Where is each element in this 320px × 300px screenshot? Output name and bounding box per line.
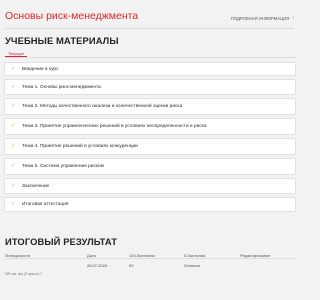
topic-label: Тема 2. Методы качественного анализа и к… (22, 104, 183, 109)
footer-note: КИУ им. ниу (Открыть) /1 (5, 272, 43, 276)
check-icon: ✓ (11, 143, 16, 149)
result-heading: ИТОГОВЫЙ РЕЗУЛЬТАТ (5, 236, 118, 247)
results-table: № ведомости Дата 100-балльная 5-балльная… (5, 251, 295, 271)
detail-info-label: ПОДРОБНАЯ ИНФОРМАЦИЯ (230, 16, 290, 21)
topic-item-conclusion[interactable]: ✓ Заключение (4, 178, 296, 194)
topic-label: Заключение (22, 183, 50, 189)
topic-item-intro[interactable]: ✓ Введение в курс (4, 62, 296, 76)
check-icon: ✓ (11, 201, 16, 207)
table-header: № ведомости Дата 100-балльная 5-балльная… (5, 251, 295, 259)
topic-label: Итоговая аттестация (22, 202, 69, 207)
tab-current[interactable]: Текущие (5, 50, 27, 57)
column-header: 100-балльная (129, 253, 155, 258)
column-header: № ведомости (5, 253, 31, 258)
check-icon: ✓ (11, 182, 16, 189)
column-header: Дата (87, 253, 96, 258)
topic-item-final-attestation[interactable]: ✓ Итоговая аттестация (4, 197, 296, 212)
table-cell: 92 (129, 263, 134, 268)
topic-item-1[interactable]: ✓ Тема 1. Основы риск-менеджмента (4, 79, 296, 95)
topic-item-2[interactable]: ✓ Тема 2. Методы качественного анализа и… (4, 98, 296, 115)
tab-divider (5, 57, 296, 58)
topic-label: Тема 5. Система управления риском (22, 164, 104, 169)
page-title: Основы риск-менеджмента (5, 10, 139, 22)
column-header: Редактирование (240, 253, 271, 258)
topic-item-4[interactable]: ✓ Тема 4. Принятие решений в условиях ко… (4, 138, 296, 155)
table-cell: 26.07.2024 (87, 263, 108, 268)
topic-item-5[interactable]: ✓ Тема 5. Система управления риском (4, 158, 296, 175)
check-icon: ✓ (11, 103, 16, 109)
topic-label: Тема 4. Принятие решений в условиях конк… (22, 144, 138, 149)
title-divider (5, 28, 294, 29)
check-icon: ✓ (11, 163, 16, 169)
topic-list: ✓ Введение в курс ✓ Тема 1. Основы риск-… (4, 62, 296, 215)
topic-label: Тема 3. Принятие управленческих решений … (22, 124, 207, 129)
detail-info-link[interactable]: ПОДРОБНАЯ ИНФОРМАЦИЯ › (230, 15, 294, 22)
check-icon: ✓ (11, 83, 16, 90)
table-row: 26.07.2024 92 Отлично (5, 259, 295, 271)
column-header: 5-балльная (184, 253, 206, 258)
check-icon: ✓ (11, 65, 16, 72)
chevron-right-icon: › (292, 15, 294, 21)
table-cell: Отлично (184, 263, 200, 268)
page: Основы риск-менеджмента ПОДРОБНАЯ ИНФОРМ… (0, 0, 300, 300)
materials-heading: УЧЕБНЫЕ МАТЕРИАЛЫ (5, 35, 119, 46)
topic-label: Тема 1. Основы риск-менеджмента (22, 84, 101, 90)
topic-label: Введение в курс (22, 66, 59, 72)
check-icon: ✓ (11, 123, 16, 129)
topic-item-3[interactable]: ✓ Тема 3. Принятие управленческих решени… (4, 118, 296, 135)
